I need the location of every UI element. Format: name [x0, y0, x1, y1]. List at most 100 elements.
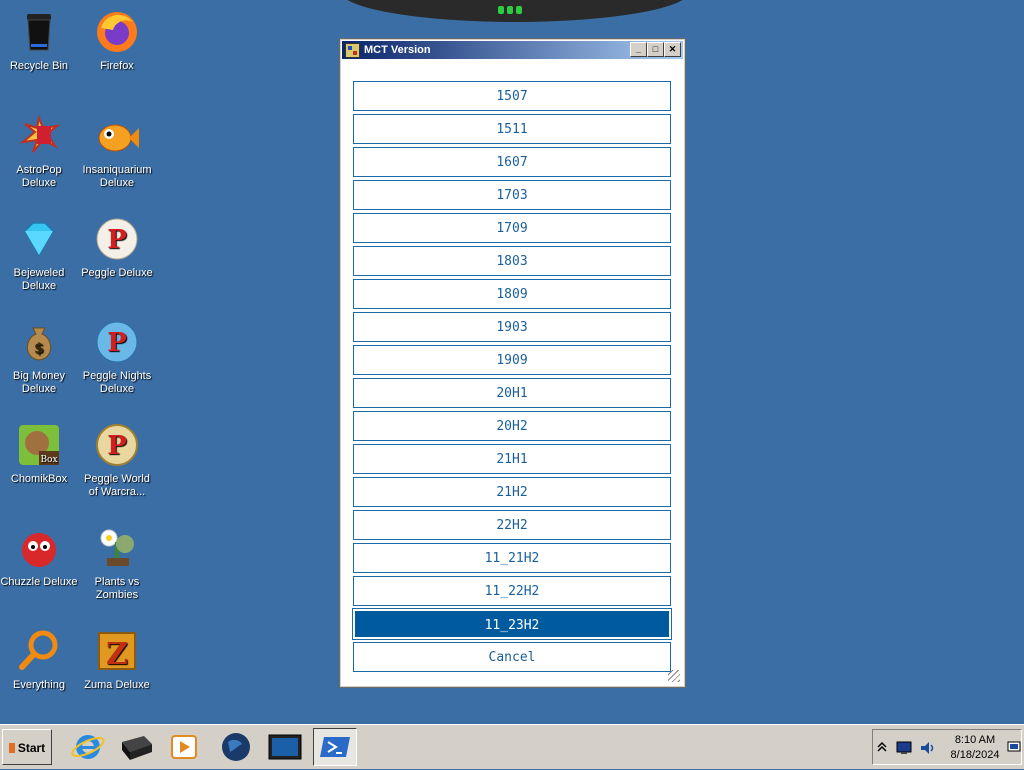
desktop-icon-label: ChomikBox: [10, 473, 68, 485]
internet-explorer-icon: [71, 735, 105, 759]
green-indicator-lights: [498, 6, 528, 14]
desktop-icon-label: Chuzzle Deluxe: [0, 576, 78, 588]
window-titlebar[interactable]: MCT Version _ □ ✕: [342, 41, 683, 59]
firefox-icon: [93, 8, 141, 56]
plants-vs-zombies-icon: [93, 524, 141, 572]
desktop-icon-everything[interactable]: Everything: [0, 623, 78, 692]
desktop-icon-chomikbox[interactable]: Box ChomikBox: [0, 417, 78, 486]
desktop-icon-firefox[interactable]: Firefox: [78, 4, 156, 73]
version-button-20h1[interactable]: 20H1: [353, 378, 671, 408]
version-button-1511[interactable]: 1511: [353, 114, 671, 144]
peggle-nights-icon: P: [93, 318, 141, 366]
desktop-icon-label: Peggle Nights Deluxe: [82, 370, 152, 395]
app-icon: [345, 43, 360, 58]
remote-desktop-icon: [268, 734, 302, 760]
everything-search-icon: [15, 627, 63, 675]
top-partial-object: [340, 0, 690, 22]
desktop-icon-big-money[interactable]: $ Big Money Deluxe: [0, 314, 78, 396]
svg-text:Box: Box: [40, 455, 57, 465]
desktop-icon-bejeweled[interactable]: Bejeweled Deluxe: [0, 211, 78, 293]
version-button-11-21h2[interactable]: 11_21H2: [353, 543, 671, 573]
network-icon[interactable]: [895, 740, 913, 756]
desktop-icon-label: Peggle World of Warcra...: [84, 473, 150, 498]
svg-text:P: P: [107, 328, 127, 358]
astropop-icon: [15, 112, 63, 160]
version-button-1903[interactable]: 1903: [353, 312, 671, 342]
version-button-1507[interactable]: 1507: [353, 81, 671, 111]
svg-text:Z: Z: [106, 637, 128, 672]
desktop-icon-peggle-nights[interactable]: P Peggle Nights Deluxe: [78, 314, 156, 396]
clock-date: 8/18/2024: [950, 749, 1000, 761]
desktop-icon-label: Firefox: [100, 60, 134, 72]
resize-grip[interactable]: [668, 670, 680, 682]
desktop-icon-zuma[interactable]: Z Zuma Deluxe: [78, 623, 156, 692]
version-button-1709[interactable]: 1709: [353, 213, 671, 243]
notification-icon[interactable]: [1007, 740, 1021, 754]
clock-time: 8:10 AM: [954, 734, 996, 746]
svg-text:$: $: [34, 341, 44, 357]
version-button-1909[interactable]: 1909: [353, 345, 671, 375]
media-player-icon: [171, 735, 197, 759]
version-button-1607[interactable]: 1607: [353, 147, 671, 177]
version-button-20h2[interactable]: 20H2: [353, 411, 671, 441]
desktop-icon-label: Plants vs Zombies: [94, 576, 140, 601]
desktop-icon-label: Everything: [13, 679, 65, 691]
peggle-wow-icon: P: [93, 421, 141, 469]
windows-logo-icon: [8, 743, 15, 753]
drive-icon: [122, 736, 152, 760]
version-list: 1507 1511 1607 1703 1709 1803 1809 1903 …: [343, 61, 682, 684]
taskbar-drive[interactable]: [114, 728, 158, 766]
powershell-icon: [320, 737, 350, 757]
svg-text:P: P: [107, 431, 127, 461]
show-hidden-icons-chevron[interactable]: [876, 740, 888, 754]
start-button[interactable]: Start: [2, 729, 52, 765]
chuzzle-icon: [15, 524, 63, 572]
big-money-icon: $: [15, 318, 63, 366]
chomikbox-icon: Box: [15, 421, 63, 469]
version-button-1703[interactable]: 1703: [353, 180, 671, 210]
taskbar-globe[interactable]: [214, 728, 258, 766]
start-label: Start: [17, 741, 46, 755]
desktop-icon-label: Insaniquarium Deluxe: [82, 164, 152, 189]
desktop-icon-plants-vs-zombies[interactable]: Plants vs Zombies: [78, 520, 156, 602]
globe-icon: [222, 733, 250, 761]
desktop-icon-label: Big Money Deluxe: [13, 370, 65, 395]
cancel-button[interactable]: Cancel: [353, 642, 671, 672]
taskbar: Start 8:10 AM 8/18/2024: [0, 724, 1024, 769]
zuma-icon: Z: [93, 627, 141, 675]
close-button[interactable]: ✕: [664, 42, 681, 57]
desktop-icon-chuzzle[interactable]: Chuzzle Deluxe: [0, 520, 78, 589]
desktop-icon-recycle-bin[interactable]: Recycle Bin: [0, 4, 78, 73]
desktop-icon-label: Peggle Deluxe: [81, 267, 153, 279]
recycle-bin-icon: [15, 8, 63, 56]
taskbar-remote-desktop[interactable]: [263, 728, 307, 766]
desktop-icon-peggle[interactable]: P Peggle Deluxe: [78, 211, 156, 280]
desktop-icon-label: Zuma Deluxe: [84, 679, 150, 691]
peggle-icon: P: [93, 215, 141, 263]
volume-icon[interactable]: [919, 739, 937, 757]
desktop-icon-peggle-wow[interactable]: P Peggle World of Warcra...: [78, 417, 156, 499]
bejeweled-icon: [15, 215, 63, 263]
version-button-22h2[interactable]: 22H2: [353, 510, 671, 540]
version-button-11-23h2[interactable]: 11_23H2: [352, 608, 672, 640]
desktop-icon-insaniquarium[interactable]: Insaniquarium Deluxe: [78, 108, 156, 190]
taskbar-powershell[interactable]: [313, 728, 357, 766]
desktop-icon-label: AstroPop Deluxe: [16, 164, 62, 189]
desktop-icon-label: Bejeweled Deluxe: [13, 267, 65, 292]
system-tray: 8:10 AM 8/18/2024: [872, 729, 1022, 765]
version-button-1809[interactable]: 1809: [353, 279, 671, 309]
version-button-11-22h2[interactable]: 11_22H2: [353, 576, 671, 606]
desktop-icon-label: Recycle Bin: [9, 60, 69, 72]
minimize-button[interactable]: _: [630, 42, 647, 57]
version-button-1803[interactable]: 1803: [353, 246, 671, 276]
version-button-21h1[interactable]: 21H1: [353, 444, 671, 474]
taskbar-internet-explorer[interactable]: [66, 728, 110, 766]
taskbar-media-player[interactable]: [162, 728, 206, 766]
insaniquarium-icon: [93, 112, 141, 160]
clock[interactable]: 8:10 AM 8/18/2024: [945, 733, 1005, 763]
version-button-21h2[interactable]: 21H2: [353, 477, 671, 507]
maximize-button[interactable]: □: [647, 42, 664, 57]
window-title: MCT Version: [364, 44, 431, 56]
mct-version-window: MCT Version _ □ ✕ 1507 1511 1607 1703 17…: [339, 38, 686, 688]
desktop-icon-astropop[interactable]: AstroPop Deluxe: [0, 108, 78, 190]
